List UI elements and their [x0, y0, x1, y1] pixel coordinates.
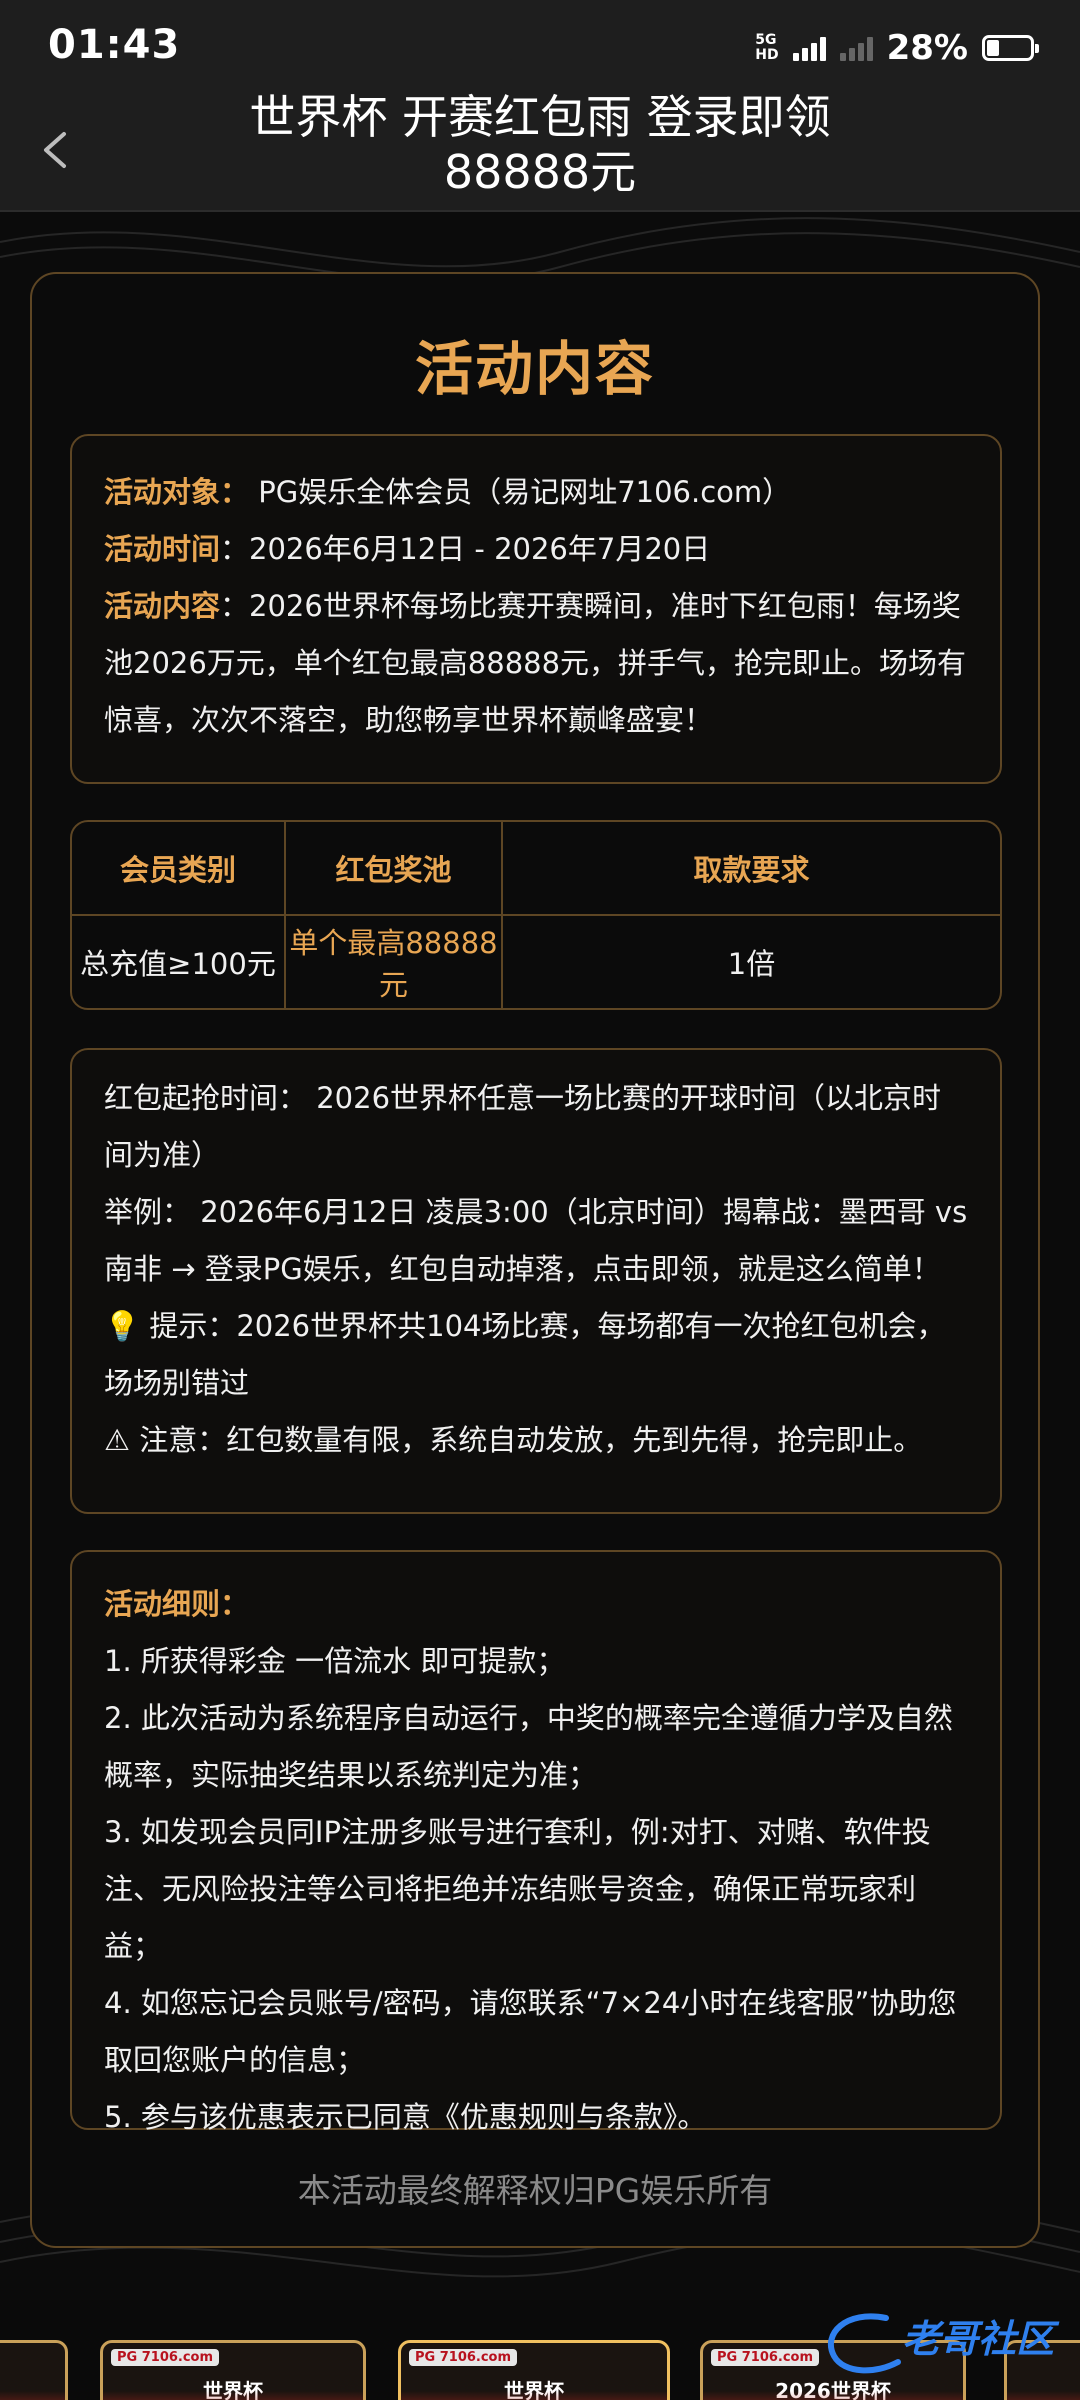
- grab-start-time: 红包起抢时间： 2026世界杯任意一场比赛的开球时间（以北京时间为准）: [104, 1081, 942, 1172]
- activity-card: 活动内容 活动对象： PG娱乐全体会员（易记网址7106.com） 活动时间：2…: [30, 272, 1040, 2248]
- table-header-cell: 会员类别: [72, 822, 286, 916]
- status-bar: 01:43 5G HD 28%: [0, 0, 1080, 90]
- network-hd-label: HD: [755, 47, 779, 63]
- rules-box: 活动细则： 1. 所获得彩金 一倍流水 即可提款； 2. 此次活动为系统程序自动…: [70, 1550, 1002, 2134]
- activity-time-value: ：2026年6月12日 - 2026年7月20日: [220, 532, 711, 566]
- banner-tag: PG 7106.com: [409, 2349, 518, 2366]
- chevron-left-icon: [44, 132, 66, 168]
- rule-item: 2. 此次活动为系统程序自动运行，中奖的概率完全遵循力学及自然概率，实际抽奖结果…: [104, 1701, 953, 1792]
- activity-time: 活动时间：2026年6月12日 - 2026年7月20日: [104, 521, 968, 578]
- page-title-line1: 世界杯 开赛红包雨 登录即领: [249, 90, 831, 144]
- activity-target-value: PG娱乐全体会员（易记网址7106.com）: [249, 475, 792, 509]
- tip-text: 提示：2026世界杯共104场比赛，每场都有一次抢红包机会，场场别错过: [104, 1309, 946, 1400]
- battery-percent: 28%: [886, 28, 968, 68]
- banner-tag: PG 7106.com: [111, 2349, 220, 2366]
- promo-banner-partial[interactable]: [0, 2340, 68, 2400]
- table-header-cell: 取款要求: [501, 822, 1000, 916]
- rules-title: 活动细则：: [104, 1587, 250, 1621]
- battery-icon: [982, 35, 1039, 61]
- signal-strength-icon: [792, 35, 826, 61]
- tip-line: 💡 提示：2026世界杯共104场比赛，每场都有一次抢红包机会，场场别错过: [104, 1298, 968, 1412]
- table-cell: 单个最高88888元: [284, 914, 503, 1008]
- network-type-icon: 5G HD: [755, 33, 778, 63]
- rule-item: 5. 参与该优惠表示已同意《优惠规则与条款》。: [104, 2100, 707, 2134]
- page-title-line2: 88888元: [443, 145, 637, 199]
- page-header: 世界杯 开赛红包雨 登录即领 88888元: [0, 90, 1080, 212]
- warning-icon: ⚠: [104, 1423, 130, 1457]
- rule-item: 3. 如发现会员同IP注册多账号进行套利，例:对打、对赌、软件投注、无风险投注等…: [104, 1815, 931, 1963]
- banner-tag: PG 7106.com: [711, 2349, 820, 2366]
- activity-content-label: 活动内容: [104, 589, 221, 623]
- activity-heading: 活动内容: [414, 335, 655, 403]
- activity-time-label: 活动时间: [104, 532, 221, 566]
- page-title: 世界杯 开赛红包雨 登录即领 88888元: [180, 90, 900, 200]
- back-button[interactable]: [26, 120, 86, 180]
- table-row: 总充值≥100元 单个最高88888元 1倍: [72, 914, 1000, 1008]
- activity-content: 活动内容：2026世界杯每场比赛开赛瞬间，准时下红包雨！每场奖池2026万元，单…: [104, 578, 968, 749]
- notice-text: 注意：红包数量有限，系统自动发放，先到先得，抢完即止。: [130, 1423, 923, 1457]
- promo-banner-active[interactable]: PG 7106.com 世界杯: [398, 2340, 670, 2400]
- signal-strength-secondary-icon: [839, 35, 873, 61]
- status-time: 01:43: [48, 22, 181, 68]
- table-cell: 总充值≥100元: [72, 914, 286, 1008]
- notice-line: ⚠ 注意：红包数量有限，系统自动发放，先到先得，抢完即止。: [104, 1412, 968, 1469]
- network-5g-label: 5G: [755, 32, 777, 48]
- table-header-row: 会员类别 红包奖池 取款要求: [72, 822, 1000, 916]
- watermark-text: 老哥社区: [901, 2317, 1054, 2361]
- activity-intro-box: 活动对象： PG娱乐全体会员（易记网址7106.com） 活动时间：2026年6…: [70, 434, 1002, 784]
- table-header-cell: 红包奖池: [284, 822, 503, 916]
- reward-table: 会员类别 红包奖池 取款要求 总充值≥100元 单个最高88888元 1倍: [70, 820, 1002, 1010]
- grab-example: 举例： 2026年6月12日 凌晨3:00（北京时间）揭幕战：墨西哥 vs 南非…: [104, 1195, 968, 1286]
- activity-target: 活动对象： PG娱乐全体会员（易记网址7106.com）: [104, 464, 968, 521]
- rule-item: 4. 如您忘记会员账号/密码，请您联系“7×24小时在线客服”协助您取回您账户的…: [104, 1986, 957, 2077]
- activity-content-value: ：2026世界杯每场比赛开赛瞬间，准时下红包雨！每场奖池2026万元，单个红包最…: [104, 589, 967, 737]
- lightbulb-icon: 💡: [104, 1309, 141, 1343]
- promo-banner[interactable]: PG 7106.com 世界杯: [100, 2340, 366, 2400]
- table-cell: 1倍: [501, 914, 1000, 1008]
- grab-time-info-box: 红包起抢时间： 2026世界杯任意一场比赛的开球时间（以北京时间为准） 举例： …: [70, 1048, 1002, 1514]
- status-icons: 5G HD 28%: [755, 28, 1039, 68]
- activity-target-label: 活动对象：: [104, 475, 250, 509]
- rule-item: 1. 所获得彩金 一倍流水 即可提款；: [104, 1644, 566, 1678]
- footer-disclaimer: 本活动最终解释权归PG娱乐所有: [297, 2171, 773, 2210]
